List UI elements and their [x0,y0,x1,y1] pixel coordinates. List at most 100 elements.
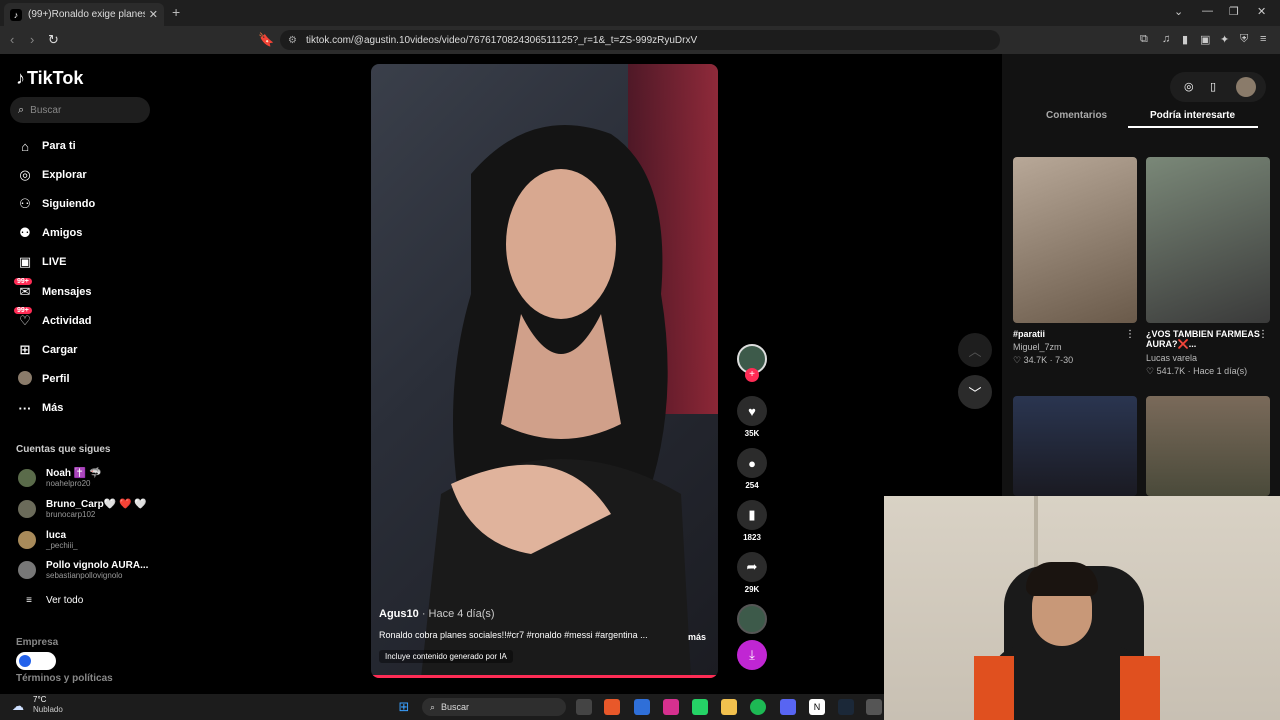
recommended-video-card[interactable]: #paratii Miguel_7zm ♡ 34.7K · 7-30 ⋮ [1013,157,1137,366]
follow-plus-icon[interactable]: + [745,368,759,382]
account-handle: sebastianpollovignolo [46,571,123,580]
upload-icon: ⊞ [19,342,31,357]
following-account[interactable]: luca _pechiii_ [18,530,78,550]
tab-search-icon[interactable]: ⌄ [1174,5,1183,18]
download-button[interactable]: ⤓ [735,640,769,670]
notion-icon[interactable]: N [809,699,825,715]
taskbar-search[interactable]: ⌕ Buscar [422,698,566,716]
activity-badge: 99+ [14,307,32,314]
footer-terms[interactable]: Términos y políticas [16,673,113,684]
sidebar-item-cargar[interactable]: ⊞ Cargar [16,340,78,360]
recommended-video-card[interactable]: ¿VOS TAMBIEN FARMEAS AURA?❌... Lucas var… [1146,157,1270,377]
wallet-icon[interactable]: ▣ [1200,33,1210,46]
video-author[interactable]: Agus10 · Hace 4 día(s) [379,608,495,620]
site-info-icon[interactable]: ⚙ [288,35,297,46]
sidebar-item-siguiendo[interactable]: ⚇ Siguiendo [16,194,95,214]
following-icon: ⚇ [19,196,31,211]
video-progress-bar[interactable] [371,675,718,678]
search-placeholder: Buscar [30,104,62,116]
following-account[interactable]: Bruno_Carp🤍 ❤️ 🤍 brunocarp102 [18,499,147,519]
sidebar-toggle-icon[interactable]: ▮ [1182,33,1188,46]
sidebar-item-actividad[interactable]: ♡ 99+ Actividad [14,307,92,331]
video-thumbnail [1146,157,1270,323]
video-player[interactable]: Agus10 · Hace 4 día(s) Ronaldo cobra pla… [371,64,718,678]
new-tab-button[interactable]: + [172,4,180,20]
card-menu-icon[interactable]: ⋮ [1258,329,1268,340]
card-user: Lucas varela [1146,353,1198,363]
save-button[interactable]: ▮ 1823 [735,500,769,542]
media-icon[interactable]: ♫ [1162,33,1170,45]
sidebar-item-amigos[interactable]: ⚉ Amigos [16,223,82,243]
forward-icon[interactable]: › [30,32,34,47]
spotify-icon[interactable] [750,699,766,715]
more-icon: ··· [18,400,32,416]
see-all-label: Ver todo [46,594,84,606]
avatar [18,561,36,579]
recommended-video-card[interactable] [1146,396,1270,496]
sidebar-item-para-ti[interactable]: ⌂ Para ti [16,136,76,156]
following-account[interactable]: Pollo vignolo AURA... sebastianpollovigno… [18,560,148,580]
heart-icon: ♥ [737,396,767,426]
sidebar-item-live[interactable]: ▣ LIVE [16,252,67,272]
next-video-button[interactable]: ﹀ [958,375,992,409]
phone-icon[interactable]: ▯ [1210,80,1216,93]
maximize-button[interactable]: ❐ [1229,5,1239,18]
task-view-icon[interactable] [576,699,592,715]
video-thumbnail [1013,157,1137,323]
ai-icon[interactable]: ✦ [1220,33,1229,46]
extensions-icon[interactable]: ⧉ [1140,33,1148,46]
minimize-button[interactable]: — [1202,5,1213,17]
caption-more-link[interactable]: más [688,632,706,642]
whatsapp-icon[interactable] [692,699,708,715]
instagram-icon[interactable] [663,699,679,715]
footer-toggle[interactable] [16,652,56,670]
app-icon[interactable] [866,699,882,715]
share-count: 29K [744,585,760,594]
url-field[interactable]: ⚙ tiktok.com/@agustin.10videos/video/767… [280,30,1000,50]
sidebar-item-perfil[interactable]: Perfil [16,369,70,389]
steam-icon[interactable] [838,699,854,715]
folder-icon[interactable] [721,699,737,715]
browser-tabstrip: ♪ (99+)Ronaldo exige planes so ✕ + ⌄ — ❐… [0,0,1280,26]
messages-badge: 99+ [14,278,32,285]
windows-start-icon[interactable]: ⊞ [396,699,412,715]
music-disc-button[interactable] [735,604,769,634]
recommended-video-card[interactable] [1013,396,1137,496]
menu-icon[interactable]: ≡ [1260,33,1266,45]
tab-title: (99+)Ronaldo exige planes so [28,9,145,20]
search-input[interactable]: ⌕ Buscar [10,97,150,123]
close-tab-icon[interactable]: ✕ [149,8,158,21]
avatar[interactable] [1236,77,1256,97]
author-avatar-button[interactable]: + [735,344,769,382]
video-caption: Ronaldo cobra planes sociales!!#cr7 #ron… [379,630,648,640]
download-icon: ⤓ [737,640,767,670]
following-account[interactable]: Noah ✝️ 🦈 noahelpro20 [18,468,101,488]
bookmark-icon[interactable]: 🔖 [258,32,274,48]
shield-icon[interactable]: ⛨ [1240,33,1248,46]
reload-icon[interactable]: ↻ [48,32,59,48]
tiktok-logo[interactable]: ♪ TikTok [16,68,83,89]
account-handle: brunocarp102 [46,510,96,519]
tab-recommended[interactable]: Podría interesarte [1150,110,1235,121]
tab-comments[interactable]: Comentarios [1046,110,1107,121]
like-button[interactable]: ♥ 35K [735,396,769,438]
browser-tab[interactable]: ♪ (99+)Ronaldo exige planes so ✕ [4,3,164,26]
close-window-button[interactable]: ✕ [1257,5,1266,18]
brave-icon[interactable] [604,699,620,715]
shirt-sleeve [1120,656,1160,720]
comment-button[interactable]: ● 254 [735,448,769,490]
see-all-link[interactable]: ≡ Ver todo [20,590,83,610]
sidebar-item-explorar[interactable]: ◎ Explorar [16,165,86,185]
compass-icon[interactable]: ◎ [1184,80,1194,93]
ai-content-label: Incluye contenido generado por IA [379,650,513,663]
previous-video-button[interactable]: ︿ [958,333,992,367]
sidebar-item-mensajes[interactable]: ✉ 99+ Mensajes [14,278,92,302]
back-icon[interactable]: ‹ [10,32,14,47]
discord-icon[interactable] [780,699,796,715]
sidebar-item-mas[interactable]: ··· Más [16,398,64,418]
footer-company[interactable]: Empresa [16,637,58,648]
card-menu-icon[interactable]: ⋮ [1125,329,1135,340]
home-icon: ⌂ [21,138,29,154]
share-button[interactable]: ➦ 29K [735,552,769,594]
store-icon[interactable] [634,699,650,715]
